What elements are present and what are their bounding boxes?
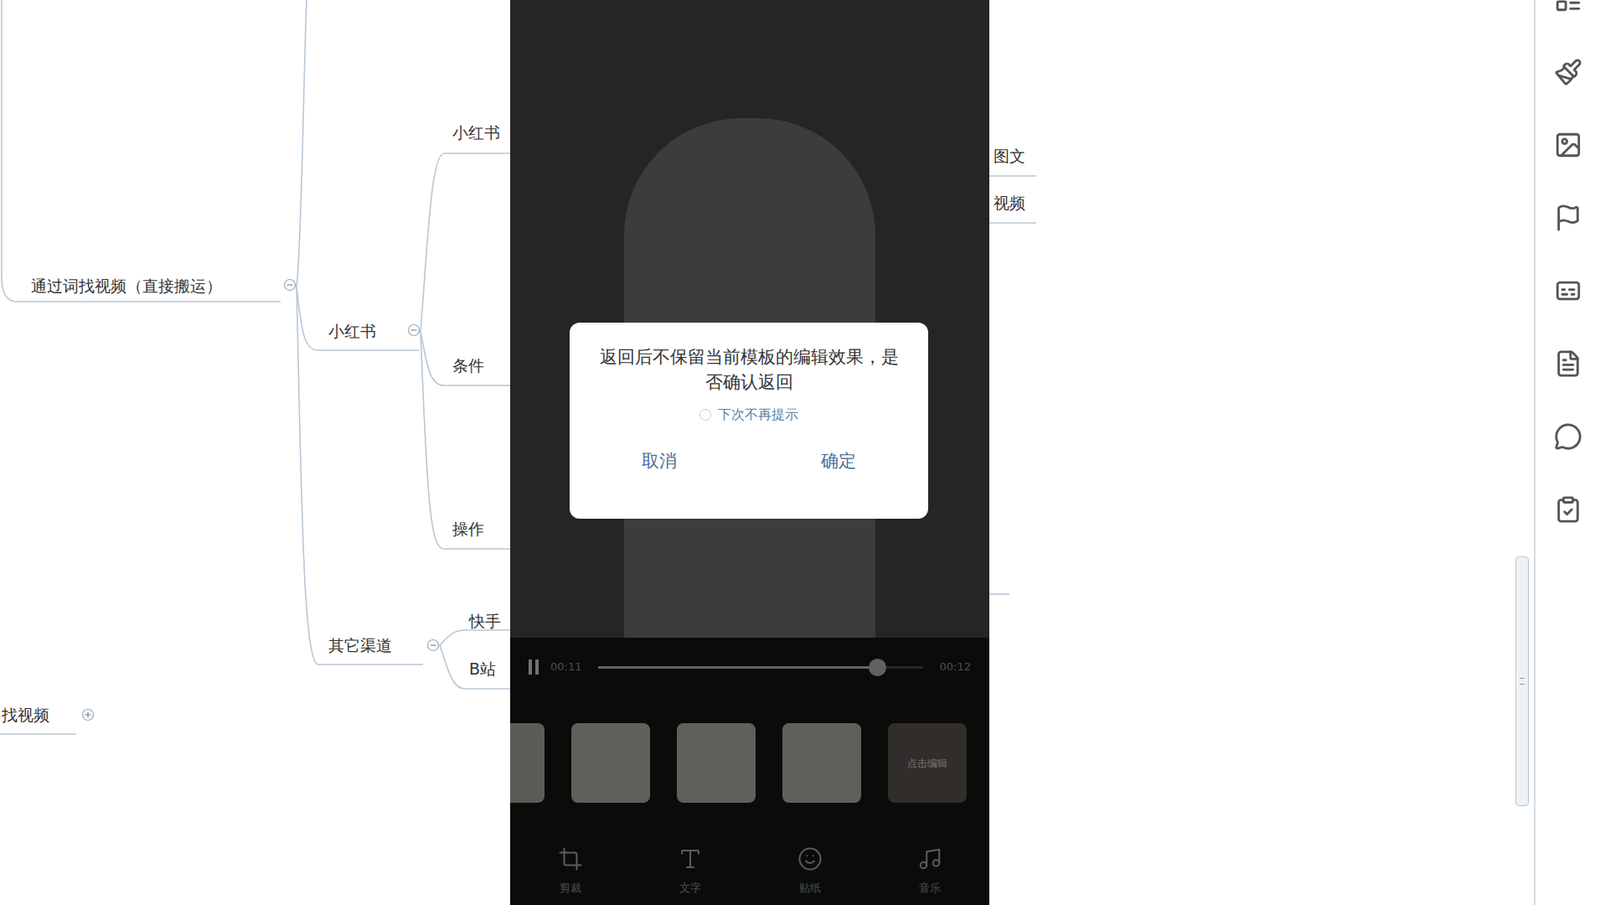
side-tool-icon[interactable] [1553, 349, 1583, 378]
dialog-button[interactable]: 确定 [748, 441, 929, 482]
collapse-icon[interactable] [426, 638, 440, 652]
collapse-icon[interactable] [407, 323, 421, 337]
screen: 通过词找视频（直接搬运） 小红书其它渠道找视频 小红书条件操作快手 B站 图文视频00:… [0, 0, 1600, 905]
phone-screen: 00:1100:12点击编辑剪裁文字贴纸音乐返回后不保留当前模板的编辑效果，是否… [510, 0, 990, 905]
dialog-button[interactable]: 取消 [569, 441, 749, 482]
side-tool-icon[interactable] [1553, 422, 1583, 451]
mindmap-leaf[interactable]: 视频 [993, 191, 1026, 214]
side-tool-icon[interactable] [1553, 0, 1583, 14]
mindmap-leaf[interactable]: 小红书 [452, 121, 501, 144]
mindmap-leaf[interactable]: 条件 [452, 354, 485, 377]
collapse-icon[interactable] [283, 278, 297, 292]
mindmap-leaf[interactable]: 快手 [469, 609, 501, 632]
expand-icon[interactable] [81, 707, 95, 722]
side-toolbar [1533, 0, 1600, 905]
dialog-buttons: 取消确定 [569, 441, 929, 482]
side-tool-icon[interactable] [1553, 130, 1583, 160]
mindmap-node[interactable]: 小红书 [328, 320, 377, 342]
mindmap-node[interactable]: 通过词找视频（直接搬运） [30, 274, 222, 297]
dialog-message: 返回后不保留当前模板的编辑效果，是否确认返回 [569, 344, 929, 395]
confirm-dialog: 返回后不保留当前模板的编辑效果，是否确认返回下次不再提示取消确定 [569, 322, 929, 519]
mindmap-leaf[interactable]: B站 [469, 657, 496, 680]
mindmap-leaf[interactable]: 操作 [452, 517, 485, 540]
mindmap-node[interactable]: 找视频 [1, 703, 50, 726]
mindmap-leaf[interactable]: 图文 [993, 144, 1026, 167]
side-tool-icon[interactable] [1553, 495, 1583, 524]
side-tool-icon[interactable] [1553, 203, 1583, 233]
dont-show-checkbox[interactable]: 下次不再提示 [699, 404, 799, 425]
side-tool-icon[interactable] [1553, 276, 1583, 305]
mindmap-node[interactable]: 其它渠道 [328, 634, 393, 656]
scrollbar[interactable] [1515, 556, 1529, 806]
side-tool-icon[interactable] [1553, 57, 1583, 87]
